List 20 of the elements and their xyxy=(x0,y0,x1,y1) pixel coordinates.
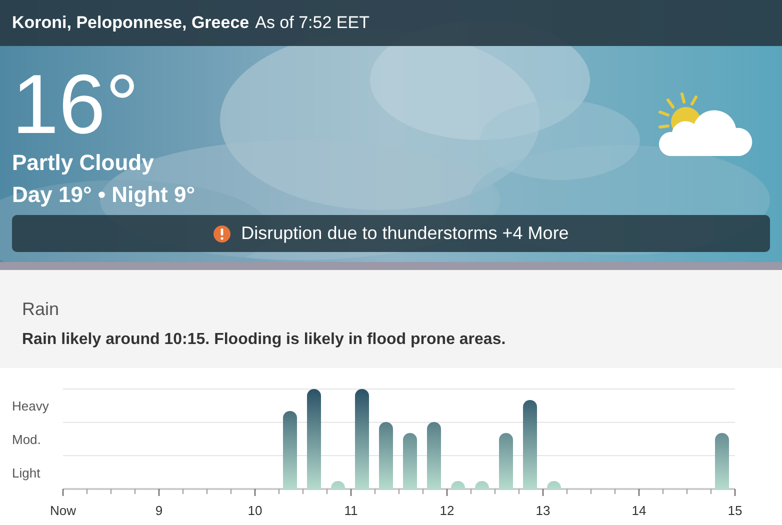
axis-label: Light xyxy=(12,465,40,480)
axis-label: 13 xyxy=(536,503,550,518)
rain-summary: Rain likely around 10:15. Flooding is likely in flood prone areas. xyxy=(22,330,506,350)
axis-label: 9 xyxy=(155,503,163,518)
temperature: 16° xyxy=(12,62,140,146)
axis-label: Heavy xyxy=(12,398,49,414)
axis-label: 10 xyxy=(248,503,262,518)
axis-label: Now xyxy=(50,503,76,518)
location-title: Koroni, Peloponnese, Greece xyxy=(12,13,250,33)
axis-label: 14 xyxy=(632,503,646,518)
axis-label: 11 xyxy=(344,503,358,518)
alert-banner[interactable]: Disruption due to thunderstorms +4 More xyxy=(12,215,770,252)
update-time: As of 7:52 EET xyxy=(255,13,370,33)
day-night-temperatures: Day 19° • Night 9° xyxy=(12,181,196,209)
axis-label: 12 xyxy=(440,503,454,518)
axis-label: 15 xyxy=(728,503,742,518)
alert-icon xyxy=(213,224,232,242)
section-title: Rain xyxy=(22,298,60,320)
axis-label: Mod. xyxy=(12,432,41,447)
condition-text: Partly Cloudy xyxy=(12,149,154,177)
